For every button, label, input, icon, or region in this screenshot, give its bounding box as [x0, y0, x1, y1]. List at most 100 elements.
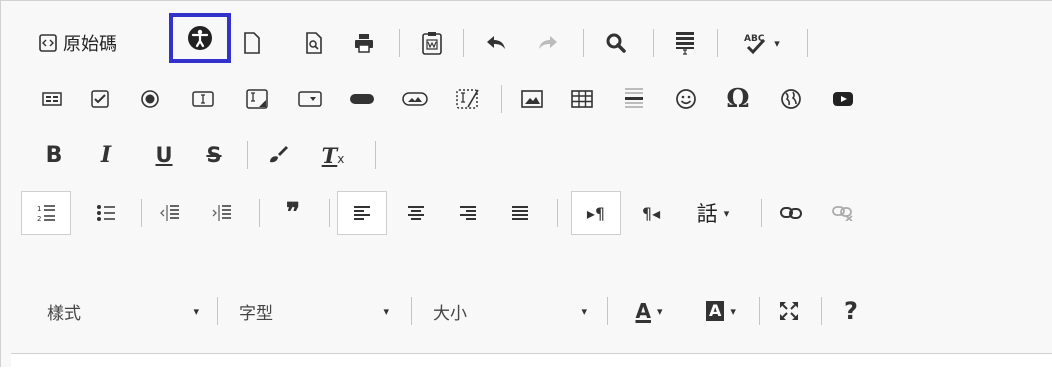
separator: [761, 199, 762, 227]
align-left-icon: [354, 206, 370, 220]
styles-combo[interactable]: 樣式 ▾: [37, 293, 209, 329]
checkbox-button[interactable]: [85, 81, 115, 117]
find-button[interactable]: [599, 25, 633, 61]
chevron-down-icon: ▾: [193, 304, 199, 318]
text-color-button[interactable]: A ▾: [617, 293, 681, 329]
youtube-button[interactable]: [825, 81, 861, 117]
form-button[interactable]: [37, 81, 67, 117]
spellcheck-button[interactable]: ABC ▾: [729, 25, 793, 61]
separator: [217, 297, 218, 325]
indent-icon: [212, 205, 231, 221]
outdent-button[interactable]: [153, 195, 187, 231]
align-center-button[interactable]: [399, 195, 433, 231]
copy-format-button[interactable]: [261, 137, 295, 173]
align-center-icon: [408, 206, 424, 220]
undo-button[interactable]: [479, 25, 513, 61]
smiley-icon: [676, 89, 696, 109]
print-button[interactable]: [349, 25, 379, 61]
source-icon: [39, 34, 57, 52]
bulleted-list-button[interactable]: [89, 195, 123, 231]
pilcrow-rtl-icon: ¶◂: [641, 203, 661, 223]
paste-from-word-button[interactable]: [415, 25, 449, 61]
select-all-button[interactable]: [667, 25, 703, 61]
separator: [399, 29, 400, 57]
link-button[interactable]: [773, 195, 809, 231]
text-direction-rtl-button[interactable]: ¶◂: [631, 195, 671, 231]
chevron-down-icon: ▾: [656, 304, 663, 318]
hidden-field-button[interactable]: [451, 81, 485, 117]
blockquote-button[interactable]: ❞: [273, 195, 313, 231]
separator: [329, 199, 330, 227]
outdent-icon: [160, 205, 179, 221]
preview-button[interactable]: [299, 25, 329, 61]
bold-icon: B: [45, 142, 63, 168]
remove-format-sub: x: [337, 152, 345, 166]
hidden-field-icon: [456, 89, 479, 109]
format-combo[interactable]: 字型 ▾: [229, 293, 399, 329]
button-insert-button[interactable]: [345, 81, 379, 117]
textarea-button[interactable]: [241, 81, 273, 117]
redo-button[interactable]: [531, 25, 565, 61]
image-button-insert-button[interactable]: [397, 81, 433, 117]
remove-format-button[interactable]: T x: [313, 137, 353, 173]
pilcrow-ltr-icon: ▸¶: [586, 203, 606, 223]
checkbox-icon: [91, 90, 109, 108]
button-insert-icon: [350, 94, 374, 104]
chevron-down-icon: ▾: [723, 206, 730, 220]
font-size-combo[interactable]: 大小 ▾: [423, 293, 597, 329]
underline-button[interactable]: U: [147, 137, 181, 173]
smiley-button[interactable]: [669, 81, 703, 117]
table-button[interactable]: [565, 81, 599, 117]
bg-color-icon: A: [706, 301, 725, 321]
separator: [501, 85, 502, 113]
textarea-icon: [246, 89, 268, 109]
preview-icon: [306, 32, 322, 54]
new-page-button[interactable]: [237, 25, 267, 61]
omega-icon: Ω: [726, 84, 750, 114]
separator: [821, 297, 822, 325]
align-left-button[interactable]: [337, 191, 387, 235]
font-size-combo-label: 大小: [433, 303, 467, 324]
radio-button[interactable]: [135, 81, 165, 117]
horizontal-rule-icon: [625, 88, 643, 108]
search-icon: [606, 33, 626, 53]
unlink-button[interactable]: [825, 195, 861, 231]
svg-text:2: 2: [37, 215, 41, 223]
italic-button[interactable]: I: [89, 137, 123, 173]
image-button[interactable]: [515, 81, 549, 117]
background-color-button[interactable]: A ▾: [689, 293, 753, 329]
horizontal-rule-button[interactable]: [617, 81, 651, 117]
special-char-button[interactable]: Ω: [719, 81, 757, 117]
help-button[interactable]: ?: [833, 293, 869, 329]
accessibility-button[interactable]: [169, 13, 231, 63]
text-color-icon: A: [635, 299, 651, 323]
iframe-button[interactable]: [773, 81, 809, 117]
strikethrough-button[interactable]: S: [197, 137, 231, 173]
paste-from-word-icon: [422, 32, 442, 55]
bold-button[interactable]: B: [37, 137, 71, 173]
underline-icon: U: [155, 143, 173, 167]
redo-icon: [539, 36, 557, 49]
align-right-button[interactable]: [451, 195, 485, 231]
text-direction-ltr-button[interactable]: ▸¶: [571, 191, 621, 235]
source-button[interactable]: 原始碼: [39, 25, 151, 61]
maximize-button[interactable]: [771, 293, 807, 329]
separator: [463, 29, 464, 57]
separator: [807, 29, 808, 57]
indent-button[interactable]: [205, 195, 239, 231]
remove-format-icon: T: [321, 142, 338, 168]
select-field-icon: [298, 91, 322, 107]
image-icon: [521, 90, 543, 108]
text-field-button[interactable]: [187, 81, 219, 117]
align-justify-button[interactable]: [503, 195, 537, 231]
separator: [557, 199, 558, 227]
separator: [759, 297, 760, 325]
chevron-down-icon: ▾: [730, 304, 736, 318]
select-field-button[interactable]: [293, 81, 327, 117]
strikethrough-icon: S: [206, 143, 222, 167]
numbered-list-button[interactable]: 12: [21, 191, 71, 235]
separator: [411, 297, 412, 325]
language-button[interactable]: 話 ▾: [681, 195, 745, 231]
italic-icon: I: [100, 142, 112, 168]
new-page-icon: [244, 32, 260, 54]
